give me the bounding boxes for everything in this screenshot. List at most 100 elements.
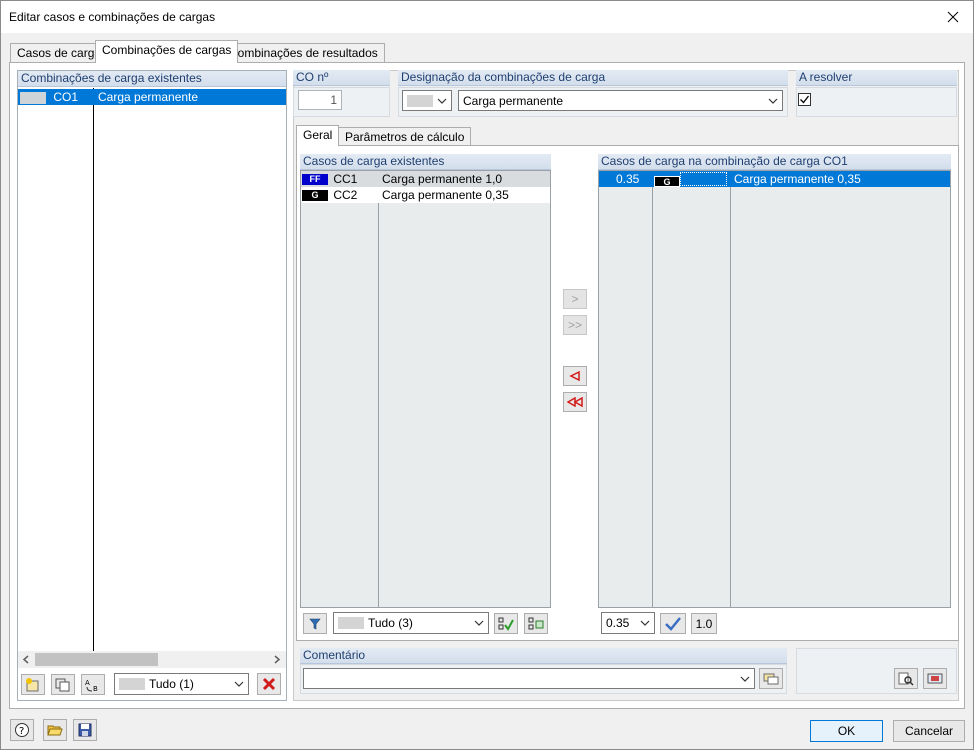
cancel-button[interactable]: Cancelar bbox=[893, 720, 965, 742]
action-badge: FF bbox=[302, 174, 328, 186]
resolve-header: A resolver bbox=[796, 70, 957, 86]
scroll-left-icon[interactable] bbox=[22, 655, 30, 664]
color-select[interactable] bbox=[402, 90, 452, 111]
co-number-header: CO nº bbox=[293, 70, 390, 86]
color-swatch bbox=[20, 91, 46, 104]
window-title: Editar casos e combinações de cargas bbox=[9, 10, 216, 24]
library-icon bbox=[763, 673, 779, 684]
resolve-checkbox[interactable] bbox=[798, 93, 811, 106]
left-filter-select[interactable]: Tudo (1) bbox=[114, 673, 249, 695]
scrollbar-thumb[interactable] bbox=[35, 653, 158, 666]
comment-input[interactable] bbox=[303, 668, 755, 689]
invert-selection-button[interactable] bbox=[524, 613, 548, 634]
svg-text:?: ? bbox=[19, 726, 24, 737]
combination-loadcase-row[interactable]: 0.35 G CC2 Carga permanente 0,35 bbox=[599, 171, 950, 188]
chevron-down-icon bbox=[234, 681, 244, 687]
delete-combination-button[interactable] bbox=[257, 673, 281, 695]
existing-loadcases-grid[interactable] bbox=[300, 170, 551, 608]
save-icon bbox=[78, 723, 92, 737]
existing-loadcases-header: Casos de carga existentes bbox=[300, 154, 551, 170]
chevron-down-icon bbox=[437, 98, 447, 104]
combination-loadcases-grid[interactable] bbox=[598, 170, 951, 608]
designation-value: Carga permanente bbox=[463, 93, 564, 108]
ok-button[interactable]: OK bbox=[810, 720, 883, 742]
invert-selection-icon bbox=[528, 617, 544, 629]
horizontal-scrollbar[interactable] bbox=[18, 651, 286, 668]
existing-filter-select[interactable]: Tudo (3) bbox=[333, 612, 489, 634]
funnel-icon bbox=[309, 618, 321, 629]
new-item-icon bbox=[26, 677, 39, 691]
select-all-button[interactable] bbox=[494, 613, 518, 634]
display-settings-button[interactable] bbox=[923, 668, 947, 689]
remove-selected-button[interactable] bbox=[563, 366, 587, 386]
loadcase-id: CC1 bbox=[333, 172, 358, 186]
resolve-box bbox=[796, 87, 957, 117]
add-all-button[interactable]: >> bbox=[563, 315, 587, 335]
monitor-icon bbox=[927, 673, 943, 683]
inspect-button[interactable] bbox=[894, 668, 918, 689]
chevron-down-icon bbox=[474, 620, 484, 626]
column-divider bbox=[730, 171, 731, 608]
copy-icon bbox=[55, 678, 70, 691]
chevron-down-icon bbox=[768, 98, 778, 104]
action-badge: G bbox=[654, 176, 680, 188]
co-number-field[interactable]: 1 bbox=[298, 90, 342, 110]
designation-select[interactable]: Carga permanente bbox=[458, 90, 783, 111]
chevron-down-icon bbox=[740, 676, 750, 682]
filter-button[interactable] bbox=[303, 613, 327, 634]
checkmark-icon bbox=[665, 616, 681, 631]
chevron-down-icon bbox=[640, 620, 650, 626]
designation-swatch bbox=[407, 94, 433, 107]
left-filter-value: Tudo (1) bbox=[149, 677, 194, 691]
save-button[interactable] bbox=[73, 719, 97, 741]
tab-combinacoes-de-cargas[interactable]: Combinações de cargas bbox=[95, 40, 239, 63]
open-button[interactable] bbox=[43, 719, 67, 741]
tab-geral[interactable]: Geral bbox=[296, 125, 340, 146]
folder-open-icon bbox=[47, 725, 63, 736]
loadcase-id-cell[interactable]: CC2 bbox=[680, 172, 727, 186]
apply-factor-button[interactable] bbox=[660, 613, 686, 634]
filter-swatch bbox=[119, 678, 145, 690]
svg-text:A: A bbox=[85, 679, 90, 687]
existing-combinations-list[interactable] bbox=[18, 88, 286, 651]
checkmark-icon bbox=[800, 95, 810, 104]
tab-combinacoes-de-resultados[interactable]: Combinações de resultados bbox=[222, 43, 385, 63]
designation-header: Designação da combinações de carga bbox=[398, 70, 788, 86]
combination-row[interactable]: CO1 Carga permanente bbox=[18, 89, 286, 105]
title-bar: Editar casos e combinações de cargas bbox=[1, 1, 973, 33]
help-button[interactable]: ? bbox=[10, 719, 34, 741]
tab-parametros-de-calculo[interactable]: Parâmetros de cálculo bbox=[338, 127, 472, 146]
column-divider bbox=[93, 88, 94, 651]
loadcase-id: CC2 bbox=[333, 188, 358, 202]
magnifier-icon bbox=[898, 672, 914, 686]
renumber-icon: AB bbox=[85, 679, 98, 693]
renumber-button[interactable]: AB bbox=[81, 674, 105, 695]
arrow-left-icon bbox=[569, 371, 580, 381]
close-icon bbox=[947, 11, 959, 23]
copy-combination-button[interactable] bbox=[51, 674, 75, 695]
loadcase-name: Carga permanente 0,35 bbox=[734, 172, 861, 186]
factor-select[interactable]: 0.35 bbox=[601, 612, 655, 634]
remove-all-button[interactable] bbox=[563, 392, 587, 412]
double-arrow-left-icon bbox=[567, 397, 583, 407]
loadcase-row[interactable]: G CC2 Carga permanente 0,35 bbox=[301, 187, 550, 203]
existing-combinations-header: Combinações de carga existentes bbox=[18, 71, 286, 87]
new-combination-button[interactable] bbox=[21, 674, 45, 695]
close-button[interactable] bbox=[943, 7, 963, 27]
action-badge: G bbox=[302, 190, 328, 202]
factor-select-value: 0.35 bbox=[606, 616, 630, 630]
factor-value[interactable]: 0.35 bbox=[616, 171, 639, 187]
loadcase-row[interactable]: FF CC1 Carga permanente 1,0 bbox=[301, 171, 550, 187]
scroll-right-icon[interactable] bbox=[273, 655, 281, 664]
comment-library-button[interactable] bbox=[759, 668, 783, 689]
tab-casos-de-carga[interactable]: Casos de carga bbox=[10, 43, 109, 63]
delete-icon bbox=[262, 677, 276, 691]
svg-text:B: B bbox=[93, 685, 98, 693]
dialog-window: Editar casos e combinações de cargas Cas… bbox=[0, 0, 974, 750]
add-selected-button[interactable]: > bbox=[563, 289, 587, 309]
column-divider bbox=[652, 171, 653, 608]
select-all-icon bbox=[498, 617, 514, 631]
combination-id: CO1 bbox=[53, 90, 79, 104]
reset-factor-button[interactable]: 1.0 bbox=[691, 613, 717, 634]
help-icon: ? bbox=[15, 723, 29, 737]
